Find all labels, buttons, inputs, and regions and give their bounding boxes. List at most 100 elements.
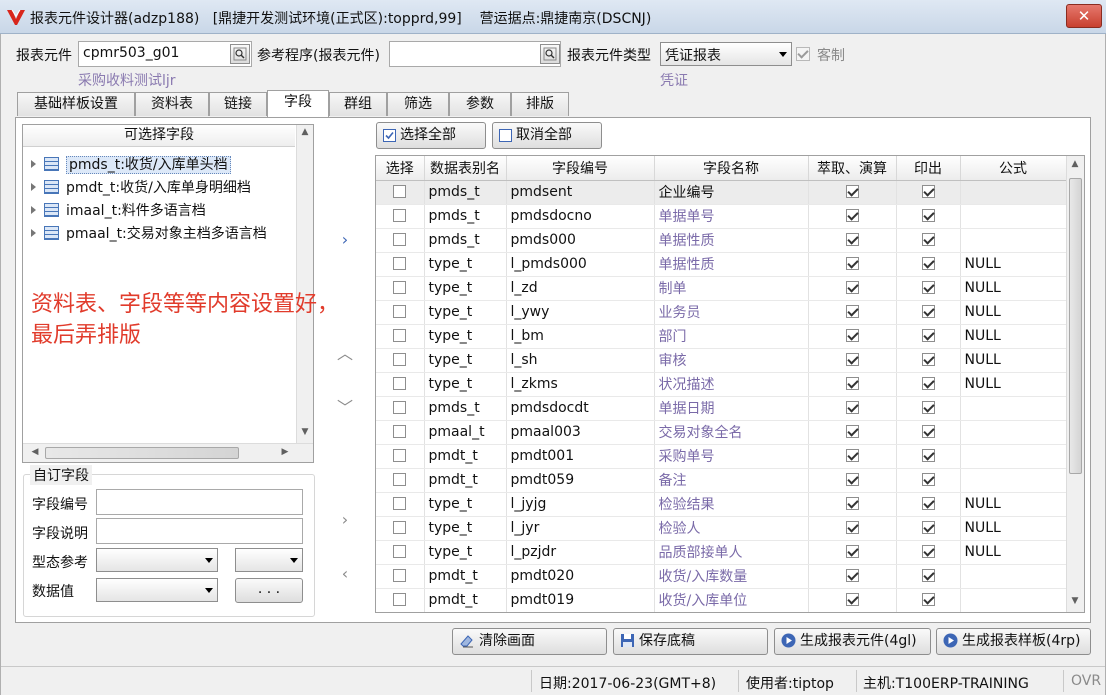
type-ref-sub-select[interactable] xyxy=(235,548,303,572)
extract-cell[interactable] xyxy=(808,516,897,541)
field-name-cell[interactable]: 备注 xyxy=(654,468,809,493)
table-row[interactable]: type_t l_sh 审核 NULL xyxy=(376,348,1067,373)
table-row[interactable]: type_t l_jyr 检验人 NULL xyxy=(376,516,1067,541)
extract-cell[interactable] xyxy=(808,348,897,373)
print-cell[interactable] xyxy=(896,396,961,421)
row-select-checkbox[interactable] xyxy=(393,329,407,342)
alias-cell[interactable]: pmdt_t xyxy=(424,444,507,469)
formula-cell[interactable]: NULL xyxy=(960,492,1067,517)
field-no-cell[interactable]: pmdsdocno xyxy=(506,204,655,229)
row-select-checkbox[interactable] xyxy=(393,593,407,606)
save-draft-button[interactable]: 保存底稿 xyxy=(613,628,768,655)
formula-cell[interactable]: NULL xyxy=(960,540,1067,565)
row-select-checkbox[interactable] xyxy=(393,401,407,414)
tree-item-pmaal[interactable]: pmaal_t:交易对象主档多语言档 xyxy=(31,224,267,246)
field-no-cell[interactable]: pmdsent xyxy=(506,180,655,205)
field-no-cell[interactable]: pmaal003 xyxy=(506,420,655,445)
row-select-cell[interactable] xyxy=(376,204,425,229)
extract-checkbox[interactable] xyxy=(845,257,859,270)
alias-cell[interactable]: pmdt_t xyxy=(424,564,507,589)
print-checkbox[interactable] xyxy=(921,401,935,414)
move-down-icon[interactable]: ﹀ xyxy=(337,394,353,418)
alias-cell[interactable]: pmdt_t xyxy=(424,588,507,612)
row-select-cell[interactable] xyxy=(376,180,425,205)
table-row[interactable]: type_t l_zd 制单 NULL xyxy=(376,276,1067,301)
print-cell[interactable] xyxy=(896,468,961,493)
scroll-down-icon[interactable]: ▼ xyxy=(1067,596,1083,606)
print-cell[interactable] xyxy=(896,444,961,469)
scroll-left-icon[interactable]: ◀ xyxy=(27,447,43,457)
col-formula[interactable]: 公式 xyxy=(960,156,1067,181)
print-checkbox[interactable] xyxy=(921,377,935,390)
alias-cell[interactable]: pmds_t xyxy=(424,396,507,421)
alias-cell[interactable]: type_t xyxy=(424,348,507,373)
extract-cell[interactable] xyxy=(808,564,897,589)
print-checkbox[interactable] xyxy=(921,449,935,462)
alias-cell[interactable]: type_t xyxy=(424,300,507,325)
formula-cell[interactable] xyxy=(960,420,1067,445)
print-checkbox[interactable] xyxy=(921,521,935,534)
scrollbar-thumb[interactable] xyxy=(1069,178,1082,474)
col-field-name[interactable]: 字段名称 xyxy=(654,156,809,181)
field-no-cell[interactable]: pmds000 xyxy=(506,228,655,253)
alias-cell[interactable]: type_t xyxy=(424,372,507,397)
type-ref-select[interactable] xyxy=(96,548,218,572)
scroll-up-icon[interactable]: ▲ xyxy=(1067,159,1083,169)
table-row[interactable]: pmdt_t pmdt020 收货/入库数量 xyxy=(376,564,1067,589)
row-select-checkbox[interactable] xyxy=(393,353,407,366)
row-select-cell[interactable] xyxy=(376,516,425,541)
field-no-cell[interactable]: l_zd xyxy=(506,276,655,301)
print-cell[interactable] xyxy=(896,516,961,541)
extract-checkbox[interactable] xyxy=(845,593,859,606)
print-cell[interactable] xyxy=(896,564,961,589)
extract-cell[interactable] xyxy=(808,420,897,445)
print-checkbox[interactable] xyxy=(921,497,935,510)
formula-cell[interactable]: NULL xyxy=(960,348,1067,373)
row-select-cell[interactable] xyxy=(376,276,425,301)
row-select-checkbox[interactable] xyxy=(393,449,407,462)
extract-checkbox[interactable] xyxy=(845,545,859,558)
alias-cell[interactable]: pmds_t xyxy=(424,228,507,253)
expand-arrow-icon[interactable] xyxy=(31,183,36,191)
print-cell[interactable] xyxy=(896,324,961,349)
table-row[interactable]: pmds_t pmdsdocdt 单据日期 xyxy=(376,396,1067,421)
print-cell[interactable] xyxy=(896,180,961,205)
print-cell[interactable] xyxy=(896,492,961,517)
row-select-cell[interactable] xyxy=(376,324,425,349)
field-no-cell[interactable]: l_pzjdr xyxy=(506,540,655,565)
extract-checkbox[interactable] xyxy=(845,449,859,462)
field-no-cell[interactable]: pmdt001 xyxy=(506,444,655,469)
remove-field-icon[interactable]: ‹ xyxy=(337,564,353,583)
field-name-cell[interactable]: 企业编号 xyxy=(654,180,809,205)
tab-layout[interactable]: 排版 xyxy=(511,92,569,116)
print-cell[interactable] xyxy=(896,372,961,397)
row-select-cell[interactable] xyxy=(376,588,425,612)
row-select-checkbox[interactable] xyxy=(393,209,407,222)
clear-screen-button[interactable]: 清除画面 xyxy=(452,628,607,655)
print-checkbox[interactable] xyxy=(921,353,935,366)
row-select-cell[interactable] xyxy=(376,468,425,493)
field-no-cell[interactable]: pmdt059 xyxy=(506,468,655,493)
extract-checkbox[interactable] xyxy=(845,521,859,534)
row-select-checkbox[interactable] xyxy=(393,305,407,318)
row-select-cell[interactable] xyxy=(376,492,425,517)
formula-cell[interactable]: NULL xyxy=(960,324,1067,349)
print-cell[interactable] xyxy=(896,204,961,229)
row-select-checkbox[interactable] xyxy=(393,545,407,558)
alias-cell[interactable]: type_t xyxy=(424,492,507,517)
col-field-no[interactable]: 字段编号 xyxy=(506,156,655,181)
expand-arrow-icon[interactable] xyxy=(31,206,36,214)
formula-cell[interactable] xyxy=(960,588,1067,612)
extract-checkbox[interactable] xyxy=(845,185,859,198)
field-name-cell[interactable]: 检验结果 xyxy=(654,492,809,517)
field-name-cell[interactable]: 审核 xyxy=(654,348,809,373)
field-no-cell[interactable]: l_sh xyxy=(506,348,655,373)
move-up-icon[interactable]: ︿ xyxy=(337,340,353,364)
formula-cell[interactable]: NULL xyxy=(960,276,1067,301)
expand-arrow-icon[interactable] xyxy=(31,229,36,237)
formula-cell[interactable]: NULL xyxy=(960,372,1067,397)
table-row[interactable]: type_t l_ywy 业务员 NULL xyxy=(376,300,1067,325)
extract-cell[interactable] xyxy=(808,468,897,493)
data-value-select[interactable] xyxy=(96,578,218,602)
row-select-checkbox[interactable] xyxy=(393,473,407,486)
